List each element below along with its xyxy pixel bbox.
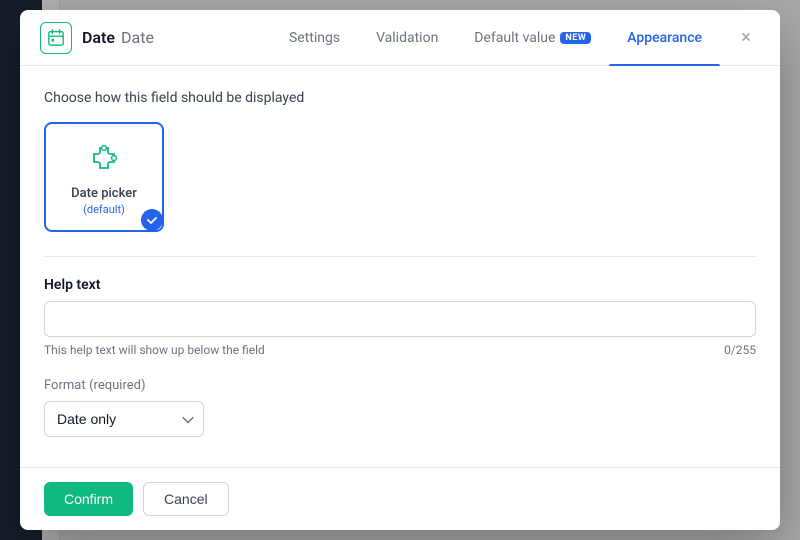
- tab-appearance[interactable]: Appearance: [609, 10, 720, 66]
- divider-1: [44, 256, 756, 257]
- help-text-hint-left: This help text will show up below the fi…: [44, 343, 265, 357]
- modal-overlay: Date Date Settings Validation Default va…: [0, 0, 800, 540]
- tab-default-value[interactable]: Default value NEW: [456, 10, 609, 66]
- tab-validation[interactable]: Validation: [358, 10, 456, 66]
- option-default: (default): [83, 203, 125, 216]
- modal-subtitle: Date: [121, 28, 154, 47]
- modal-body: Choose how this field should be displaye…: [20, 66, 780, 467]
- modal-header: Date Date Settings Validation Default va…: [20, 10, 780, 66]
- format-label: Format (required): [44, 377, 756, 393]
- modal-nav: Settings Validation Default value NEW Ap…: [271, 10, 720, 66]
- help-text-hint: This help text will show up below the fi…: [44, 343, 756, 357]
- confirm-button[interactable]: Confirm: [44, 482, 133, 516]
- date-icon-svg: [47, 29, 65, 47]
- selected-check: [141, 209, 163, 231]
- help-text-label: Help text: [44, 277, 756, 293]
- date-picker-icon: [84, 138, 124, 178]
- cancel-button[interactable]: Cancel: [143, 482, 229, 516]
- modal-title: Date: [82, 28, 115, 47]
- option-name: Date picker: [71, 186, 137, 201]
- format-select[interactable]: Date only Date and time Time only: [44, 401, 204, 437]
- field-type-icon: [40, 22, 72, 54]
- new-badge: NEW: [560, 32, 591, 44]
- close-button[interactable]: ×: [732, 24, 760, 52]
- help-text-input[interactable]: [44, 301, 756, 337]
- help-text-counter: 0/255: [724, 343, 756, 357]
- format-section: Format (required) Date only Date and tim…: [44, 377, 756, 437]
- format-select-wrapper: Date only Date and time Time only: [44, 401, 204, 437]
- modal-footer: Confirm Cancel: [20, 467, 780, 530]
- help-text-section: Help text This help text will show up be…: [44, 277, 756, 357]
- option-date-picker[interactable]: Date picker (default): [44, 122, 164, 232]
- display-options: Date picker (default): [44, 122, 756, 232]
- section-label: Choose how this field should be displaye…: [44, 90, 756, 106]
- tab-settings[interactable]: Settings: [271, 10, 358, 66]
- modal-dialog: Date Date Settings Validation Default va…: [20, 10, 780, 530]
